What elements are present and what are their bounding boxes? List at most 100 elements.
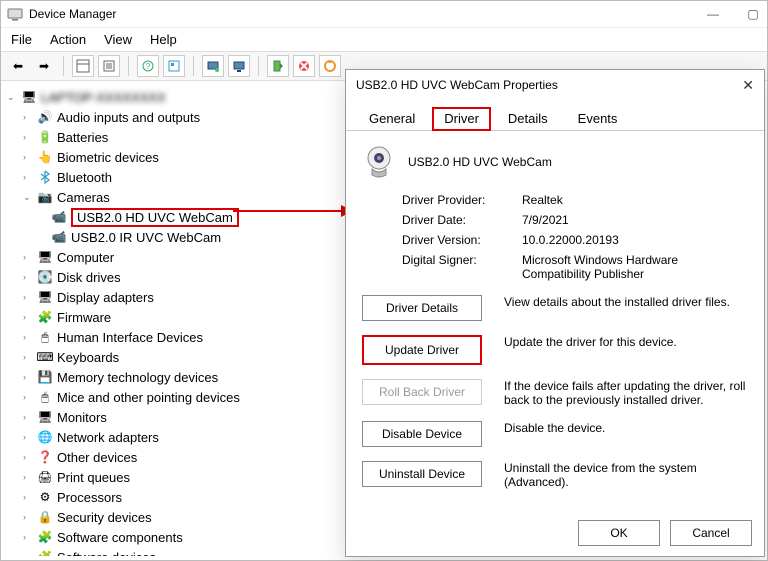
tree-item-webcam-ir[interactable]: 📹USB2.0 IR UVC WebCam [7,227,339,247]
dialog-body: USB2.0 HD UVC WebCam Driver Provider:Rea… [346,131,764,511]
tree-item[interactable]: ›🖱Human Interface Devices [7,327,339,347]
enable-button[interactable] [267,55,289,77]
tree-item[interactable]: ›🔊Audio inputs and outputs [7,107,339,127]
tab-details[interactable]: Details [495,106,561,130]
uninstall-device-button[interactable]: Uninstall Device [362,461,482,487]
tree-item[interactable]: ›⚙Processors [7,487,339,507]
rollback-driver-button: Roll Back Driver [362,379,482,405]
show-hidden-button[interactable] [72,55,94,77]
item-label: Cameras [57,190,110,205]
annotation-arrow [233,201,353,221]
properties-dialog: USB2.0 HD UVC WebCam Properties ✕ Genera… [345,69,765,557]
menu-view[interactable]: View [104,32,132,47]
tree-item[interactable]: ›🧩Software components [7,527,339,547]
update-button[interactable] [319,55,341,77]
item-label: Human Interface Devices [57,330,203,345]
item-label: Firmware [57,310,111,325]
cpu-icon: ⚙ [37,489,53,505]
value: Realtek [522,193,748,207]
item-label: Print queues [57,470,130,485]
minimize-button[interactable]: — [705,6,721,22]
label: Digital Signer: [402,253,522,281]
biometric-icon: 👆 [37,149,53,165]
digital-signer-row: Digital Signer:Microsoft Windows Hardwar… [402,253,748,281]
driver-version-row: Driver Version:10.0.22000.20193 [402,233,748,247]
tree-item[interactable]: ›❓Other devices [7,447,339,467]
tree-item[interactable]: ›🖥Display adapters [7,287,339,307]
maximize-button[interactable]: ▢ [745,6,761,22]
tree-item[interactable]: › Bluetooth [7,167,339,187]
tree-item[interactable]: ›💽Disk drives [7,267,339,287]
properties-button[interactable] [98,55,120,77]
tree-root[interactable]: ⌄ 🖥 LAPTOP-XXXXXXXX [7,87,339,107]
driver-details-button[interactable]: Driver Details [362,295,482,321]
tree-item[interactable]: ›🖨Print queues [7,467,339,487]
dialog-title: USB2.0 HD UVC WebCam Properties [356,78,558,92]
chevron-right-icon: › [23,172,33,182]
forward-button[interactable]: ➡ [33,55,55,77]
disable-device-button[interactable]: Disable Device [362,421,482,447]
security-icon: 🔒 [37,509,53,525]
back-button[interactable]: ⬅ [7,55,29,77]
tree-item[interactable]: ›⌨Keyboards [7,347,339,367]
tabs: General Driver Details Events [346,100,764,131]
update-driver-button[interactable]: Update Driver [362,335,482,365]
item-label: Biometric devices [57,150,159,165]
label: Driver Version: [402,233,522,247]
chevron-right-icon: › [23,292,33,302]
app-icon [7,6,23,22]
separator [63,56,64,76]
description: Uninstall the device from the system (Ad… [504,461,748,489]
item-label: Display adapters [57,290,154,305]
scan-hardware-button[interactable] [202,55,224,77]
value: 10.0.22000.20193 [522,233,748,247]
menu-help[interactable]: Help [150,32,177,47]
tree-item[interactable]: ›🖱Mice and other pointing devices [7,387,339,407]
chevron-right-icon: › [23,512,33,522]
computer-icon: 🖥 [21,89,37,105]
rollback-driver-row: Roll Back Driver If the device fails aft… [362,379,748,407]
tree-item[interactable]: ›💾Memory technology devices [7,367,339,387]
chevron-down-icon: ⌄ [7,92,17,103]
tree-item[interactable]: ›🖥Monitors [7,407,339,427]
item-label: Computer [57,250,114,265]
help-button[interactable]: ? [137,55,159,77]
tree-item[interactable]: ›🔒Security devices [7,507,339,527]
tree-item[interactable]: ›👆Biometric devices [7,147,339,167]
device-manager-window: Device Manager — ▢ File Action View Help… [0,0,768,561]
tree-item[interactable]: ›🔋Batteries [7,127,339,147]
ok-button[interactable]: OK [578,520,660,546]
cancel-button[interactable]: Cancel [670,520,752,546]
value: Microsoft Windows Hardware Compatibility… [522,253,748,281]
computer-icon: 🖥 [37,249,53,265]
menu-file[interactable]: File [11,32,32,47]
close-button[interactable]: ✕ [742,77,754,94]
chevron-right-icon: › [23,312,33,322]
firmware-icon: 🧩 [37,309,53,325]
chevron-right-icon: › [23,412,33,422]
tree-item[interactable]: ›🌐Network adapters [7,427,339,447]
tab-events[interactable]: Events [565,106,631,130]
driver-provider-row: Driver Provider:Realtek [402,193,748,207]
device-tree[interactable]: ⌄ 🖥 LAPTOP-XXXXXXXX ›🔊Audio inputs and o… [1,81,341,556]
options-button[interactable] [163,55,185,77]
chevron-right-icon: › [23,432,33,442]
item-label: Memory technology devices [57,370,218,385]
item-label: USB2.0 IR UVC WebCam [71,230,221,245]
svg-text:?: ? [146,62,151,71]
description: Disable the device. [504,421,748,435]
menu-action[interactable]: Action [50,32,86,47]
tree-item[interactable]: ›🖥Computer [7,247,339,267]
separator [193,56,194,76]
tree-item[interactable]: ›🧩Software devices [7,547,339,556]
disk-icon: 💽 [37,269,53,285]
tab-driver[interactable]: Driver [432,107,491,131]
add-legacy-button[interactable] [228,55,250,77]
software-icon: 🧩 [37,529,53,545]
uninstall-button[interactable] [293,55,315,77]
chevron-right-icon: › [23,392,33,402]
tree-item[interactable]: › 🧩 Firmware [7,307,339,327]
item-label: Bluetooth [57,170,112,185]
chevron-right-icon: › [23,352,33,362]
tab-general[interactable]: General [356,106,428,130]
